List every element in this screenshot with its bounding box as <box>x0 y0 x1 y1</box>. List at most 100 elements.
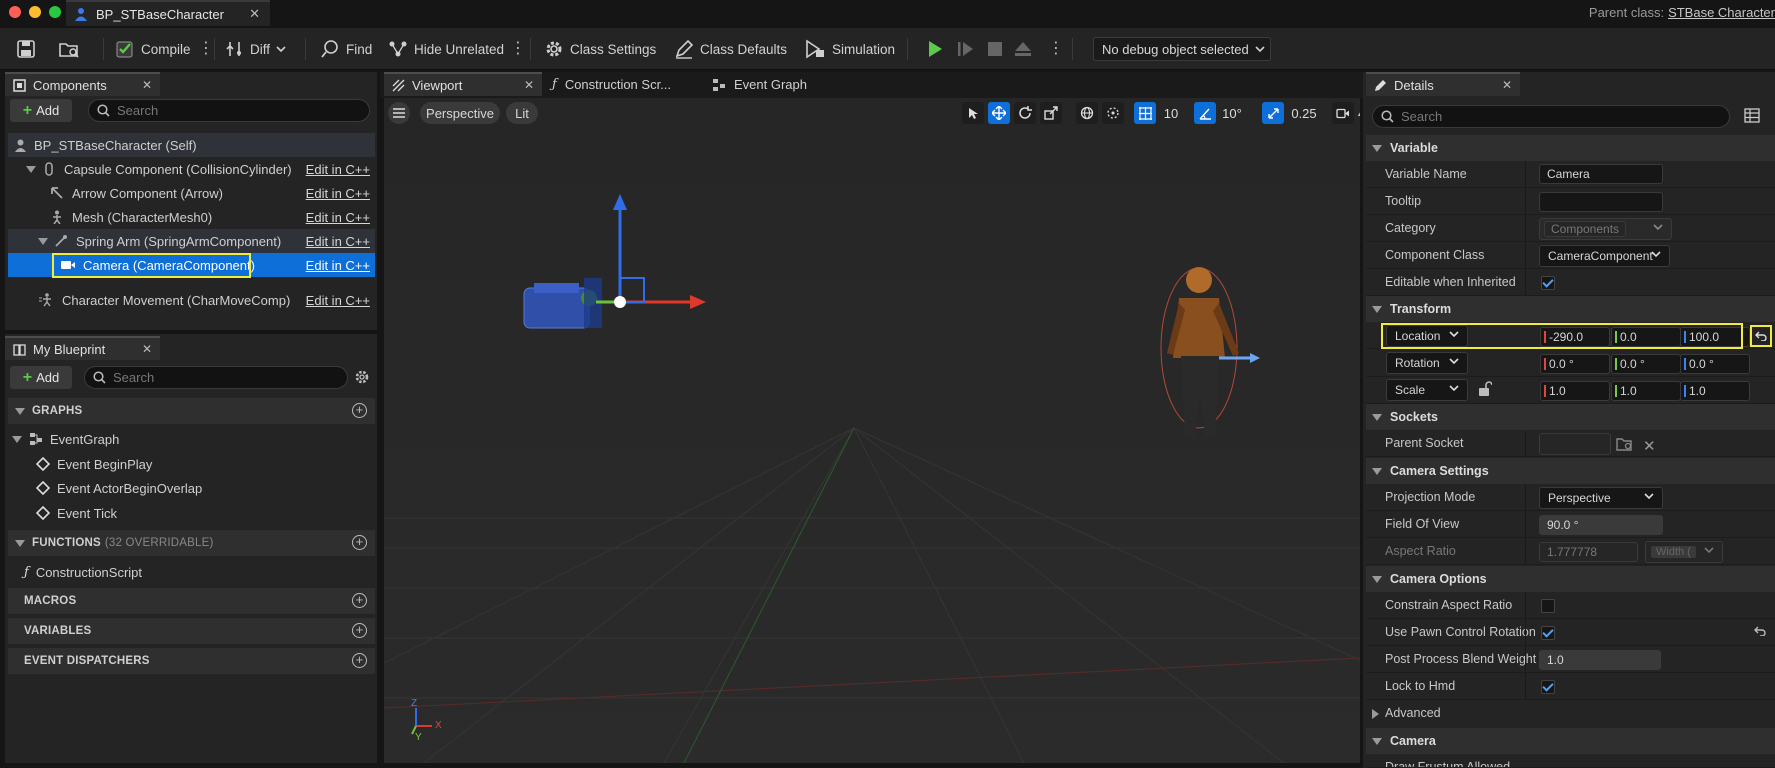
compile-button[interactable]: Compile <box>115 36 191 62</box>
edit-in-cpp-link[interactable]: Edit in C++ <box>306 186 370 201</box>
collapse-arrow-icon[interactable] <box>15 539 25 547</box>
advanced-row[interactable]: Advanced <box>1366 700 1775 727</box>
scale-snap-button[interactable] <box>1262 102 1284 124</box>
play-options-icon[interactable]: ⋮ <box>1048 36 1064 62</box>
expand-arrow-icon[interactable] <box>12 435 22 443</box>
document-tab[interactable]: BP_STBaseCharacter ✕ <box>66 0 270 26</box>
close-tab-icon[interactable]: ✕ <box>249 6 260 22</box>
find-button[interactable]: Find <box>320 36 372 62</box>
component-item-spring-arm[interactable]: Spring Arm (SpringArmComponent) Edit in … <box>8 229 375 253</box>
event-item[interactable]: Event Tick <box>36 501 117 525</box>
construction-script-item[interactable]: ƒ ConstructionScript <box>24 560 142 584</box>
variables-section[interactable]: VARIABLES + <box>8 618 375 644</box>
parent-class-link[interactable]: STBase Character <box>1668 5 1775 20</box>
close-tab-icon[interactable]: ✕ <box>142 342 152 356</box>
add-macro-icon[interactable]: + <box>352 593 367 608</box>
hide-unrelated-button[interactable]: Hide Unrelated <box>388 36 504 62</box>
rotation-z-field[interactable]: 0.0 ° <box>1680 354 1750 374</box>
settings-gear-icon[interactable] <box>354 369 370 385</box>
scale-y-field[interactable]: 1.0 <box>1611 381 1681 401</box>
edit-in-cpp-link[interactable]: Edit in C++ <box>306 162 370 177</box>
event-graph-item[interactable]: EventGraph <box>12 427 119 451</box>
browse-button[interactable] <box>58 36 80 62</box>
camera-options-section[interactable]: Camera Options <box>1366 566 1775 592</box>
variable-name-field[interactable]: Camera <box>1539 164 1663 184</box>
viewport[interactable]: Z X Y Perspective Lit 10 10° 0.25 4 <box>384 98 1360 763</box>
hide-unrelated-options-icon[interactable]: ⋮ <box>510 36 526 62</box>
component-item-mesh[interactable]: Mesh (CharacterMesh0) Edit in C++ <box>8 205 375 229</box>
details-search-input[interactable]: Search <box>1372 105 1730 128</box>
add-function-icon[interactable]: + <box>352 535 367 550</box>
edit-in-cpp-link[interactable]: Edit in C++ <box>306 293 370 308</box>
diff-button[interactable]: Diff <box>226 36 286 62</box>
camera-settings-section[interactable]: Camera Settings <box>1366 458 1775 484</box>
clear-socket-icon[interactable]: ✕ <box>1643 437 1656 455</box>
viewport-tab[interactable]: Viewport ✕ <box>384 72 542 96</box>
coordinate-space-button[interactable] <box>1076 102 1098 124</box>
scale-x-field[interactable]: 1.0 <box>1540 381 1610 401</box>
constrain-aspect-checkbox[interactable] <box>1541 599 1555 613</box>
details-tab[interactable]: Details ✕ <box>1366 72 1520 96</box>
select-mode-button[interactable] <box>962 102 984 124</box>
compile-options-icon[interactable]: ⋮ <box>198 36 214 62</box>
lock-hmd-checkbox[interactable] <box>1541 680 1555 694</box>
component-item-arrow[interactable]: Arrow Component (Arrow) Edit in C++ <box>8 181 375 205</box>
aspect-ratio-field[interactable]: 1.777778 <box>1539 542 1638 562</box>
post-process-field[interactable]: 1.0 <box>1539 650 1661 670</box>
save-button[interactable] <box>16 36 36 62</box>
rotate-mode-button[interactable] <box>1014 102 1036 124</box>
components-search-input[interactable]: Search <box>88 99 370 122</box>
sockets-section[interactable]: Sockets <box>1366 404 1775 430</box>
viewport-menu-button[interactable] <box>388 102 410 124</box>
property-matrix-icon[interactable] <box>1744 108 1760 123</box>
rotation-x-field[interactable]: 0.0 ° <box>1540 354 1610 374</box>
close-tab-icon[interactable]: ✕ <box>142 78 152 92</box>
event-item[interactable]: Event ActorBeginOverlap <box>36 476 202 500</box>
add-graph-icon[interactable]: + <box>352 403 367 418</box>
collapse-arrow-icon[interactable] <box>1372 575 1382 583</box>
transform-section[interactable]: Transform <box>1366 296 1775 322</box>
collapse-arrow-icon[interactable] <box>1372 144 1382 152</box>
grid-snap-button[interactable] <box>1134 102 1156 124</box>
add-variable-icon[interactable]: + <box>352 623 367 638</box>
browse-socket-icon[interactable] <box>1616 436 1634 452</box>
collapse-arrow-icon[interactable] <box>1372 413 1382 421</box>
scale-z-field[interactable]: 1.0 <box>1680 381 1750 401</box>
add-member-button[interactable]: + Add <box>10 366 72 389</box>
scale-mode-combo[interactable]: Scale <box>1386 379 1468 401</box>
advance-frame-button[interactable] <box>957 36 975 62</box>
minimize-window-button[interactable] <box>29 6 41 18</box>
stop-button[interactable] <box>987 36 1003 62</box>
lit-button[interactable]: Lit <box>506 102 538 124</box>
my-blueprint-tab[interactable]: My Blueprint ✕ <box>5 336 160 360</box>
expand-arrow-icon[interactable] <box>26 165 36 173</box>
play-button[interactable] <box>926 36 944 62</box>
perspective-button[interactable]: Perspective <box>420 102 500 124</box>
simulation-button[interactable]: Simulation <box>804 36 895 62</box>
camera-speed-value[interactable]: 4 <box>1358 106 1360 121</box>
macros-section[interactable]: MACROS + <box>8 588 375 614</box>
add-component-button[interactable]: + Add <box>10 99 72 122</box>
components-tab[interactable]: Components ✕ <box>5 72 160 96</box>
rotation-snap-value[interactable]: 10° <box>1220 106 1244 121</box>
use-pawn-rotation-checkbox[interactable] <box>1541 626 1555 640</box>
reset-to-default-button[interactable] <box>1750 325 1772 347</box>
construction-script-tab[interactable]: ƒ Construction Scr... <box>552 77 671 92</box>
my-blueprint-search-input[interactable]: Search <box>84 366 348 389</box>
graphs-section[interactable]: GRAPHS + <box>8 398 375 424</box>
rotation-y-field[interactable]: 0.0 ° <box>1611 354 1681 374</box>
functions-section[interactable]: FUNCTIONS (32 OVERRIDABLE) + <box>8 530 375 556</box>
debug-object-select[interactable]: No debug object selected <box>1093 37 1271 61</box>
projection-mode-combo[interactable]: Perspective <box>1539 487 1663 509</box>
maximize-window-button[interactable] <box>49 6 61 18</box>
class-defaults-button[interactable]: Class Defaults <box>674 36 787 62</box>
component-item-capsule[interactable]: Capsule Component (CollisionCylinder) Ed… <box>8 157 375 181</box>
eject-button[interactable] <box>1014 36 1032 62</box>
rotation-mode-combo[interactable]: Rotation <box>1386 352 1468 374</box>
category-combo[interactable]: Components <box>1539 218 1672 240</box>
edit-in-cpp-link[interactable]: Edit in C++ <box>306 234 370 249</box>
camera-section[interactable]: Camera <box>1366 728 1775 754</box>
component-class-combo[interactable]: CameraComponent <box>1539 245 1670 267</box>
event-graph-tab[interactable]: Event Graph <box>712 77 807 92</box>
scale-snap-value[interactable]: 0.25 <box>1288 106 1320 121</box>
